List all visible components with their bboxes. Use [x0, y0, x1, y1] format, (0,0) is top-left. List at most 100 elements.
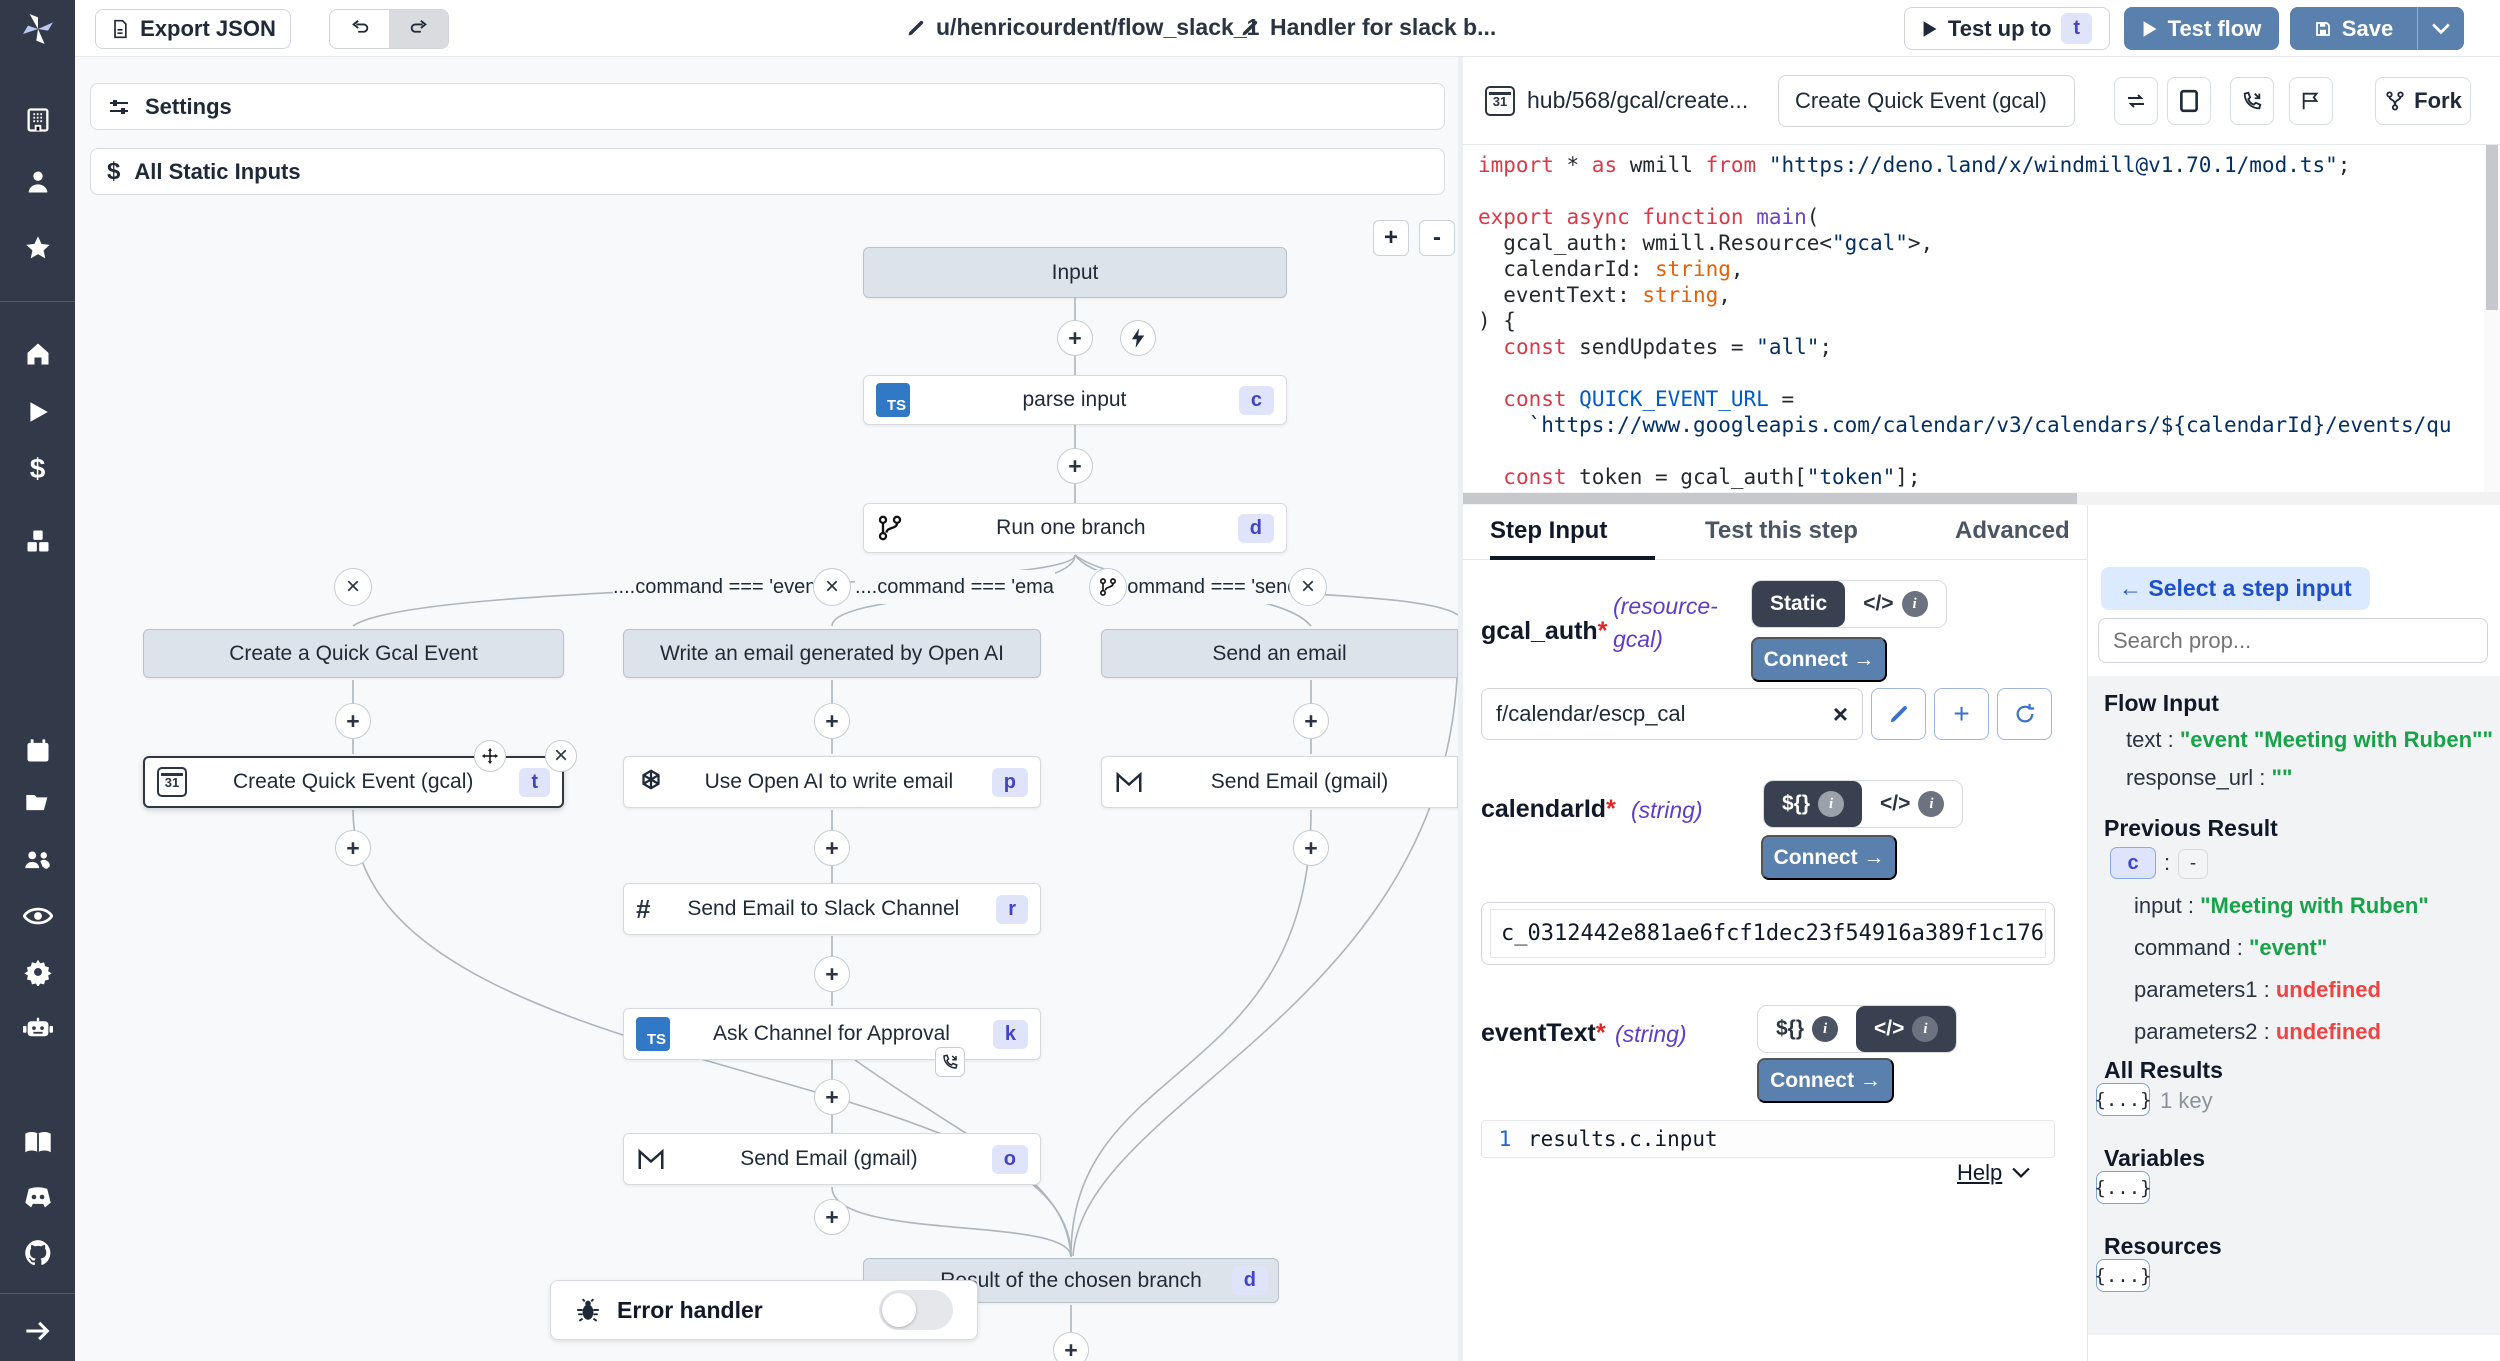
add-step-button[interactable]: +	[814, 1079, 850, 1115]
gcal-auth-mode-toggle[interactable]: Static </>i	[1751, 580, 1947, 628]
static-mode-segment[interactable]: Static	[1752, 581, 1845, 627]
test-flow-button[interactable]: Test flow	[2124, 7, 2279, 50]
help-link[interactable]: Help	[1957, 1160, 2030, 1186]
sidebar-item-building-icon[interactable]	[0, 100, 75, 140]
sidebar-item-home-icon[interactable]	[0, 334, 75, 374]
calendarid-mode-toggle[interactable]: ${}i </>i	[1763, 780, 1963, 828]
openai-step-node[interactable]: Use Open AI to write email p	[623, 756, 1041, 808]
flow-summary[interactable]: Handler for slack b...	[1240, 14, 1496, 41]
add-step-button[interactable]: +	[1293, 703, 1329, 739]
previous-result-rows[interactable]: input : "Meeting with Ruben"command : "e…	[2134, 893, 2429, 1045]
refresh-resource-button[interactable]	[1997, 688, 2052, 740]
add-step-button[interactable]: +	[814, 703, 850, 739]
prop-row[interactable]: input : "Meeting with Ruben"	[2134, 893, 2429, 919]
prop-row[interactable]: parameters2 : undefined	[2134, 1019, 2429, 1045]
code-vertical-scrollbar[interactable]	[2484, 145, 2500, 505]
template-mode-segment[interactable]: ${}i	[1764, 781, 1862, 827]
sidebar-item-folder-icon[interactable]	[0, 782, 75, 822]
prop-row[interactable]: parameters1 : undefined	[2134, 977, 2429, 1003]
move-step-button[interactable]	[474, 740, 506, 772]
sidebar-item-dollar-icon[interactable]: $	[0, 449, 75, 489]
eventtext-mode-toggle[interactable]: ${}i </>i	[1757, 1005, 1957, 1053]
gcal-auth-resource-input[interactable]: f/calendar/escp_cal ×	[1481, 688, 1863, 740]
branch-header[interactable]: Create a Quick Gcal Event	[143, 629, 564, 678]
gcal-auth-connect-button[interactable]: Connect →	[1751, 637, 1887, 682]
sidebar-item-star-icon[interactable]	[0, 228, 75, 268]
code-mode-segment[interactable]: </>i	[1862, 781, 1962, 827]
calendarid-connect-button[interactable]: Connect →	[1761, 835, 1897, 880]
step-summary-input[interactable]	[1778, 75, 2075, 127]
add-step-button[interactable]: +	[814, 956, 850, 992]
delete-branch-button[interactable]: ×	[1289, 568, 1327, 606]
fork-button[interactable]: Fork	[2375, 77, 2471, 125]
prop-row[interactable]: text : "event "Meeting with Ruben""	[2126, 727, 2493, 753]
sidebar-item-eye-icon[interactable]	[0, 896, 75, 936]
input-node[interactable]: Input	[863, 247, 1287, 298]
tab-step-input[interactable]: Step Input	[1490, 517, 1607, 545]
gmail-step-node[interactable]: Send Email (gmail)	[1101, 756, 1458, 808]
save-button[interactable]: Save	[2290, 7, 2418, 50]
save-dropdown-button[interactable]	[2418, 7, 2464, 50]
undo-button[interactable]	[330, 10, 389, 48]
tab-advanced[interactable]: Advanced	[1955, 517, 2070, 545]
parse-input-node[interactable]: TS parse input c	[863, 375, 1287, 425]
add-step-button[interactable]: +	[335, 703, 371, 739]
sidebar-item-calendar-icon[interactable]	[0, 731, 75, 771]
code-mode-segment[interactable]: </>i	[1856, 1006, 1956, 1052]
windmill-logo[interactable]	[0, 0, 75, 57]
add-step-button[interactable]: +	[1053, 1332, 1089, 1361]
template-mode-segment[interactable]: ${}i	[1758, 1006, 1856, 1052]
export-json-button[interactable]: Export JSON	[95, 9, 291, 49]
search-prop-input[interactable]	[2098, 618, 2488, 663]
add-step-button[interactable]: +	[1057, 320, 1093, 356]
add-step-button[interactable]: +	[335, 830, 371, 866]
prop-row[interactable]: response_url : ""	[2126, 765, 2493, 791]
stop-icon-button[interactable]	[2167, 77, 2211, 125]
variables-expand-button[interactable]: {...}	[2096, 1171, 2150, 1204]
add-resource-button[interactable]: +	[1934, 688, 1989, 740]
restart-icon-button[interactable]	[2114, 77, 2158, 125]
sidebar-item-users-icon[interactable]	[0, 840, 75, 880]
delete-branch-button[interactable]: ×	[813, 568, 851, 606]
sidebar-item-user-icon[interactable]	[0, 162, 75, 202]
edit-resource-button[interactable]	[1871, 688, 1926, 740]
sidebar-item-robot-icon[interactable]	[0, 1007, 75, 1047]
branch-header[interactable]: Send an email	[1101, 629, 1458, 678]
clear-icon[interactable]: ×	[1833, 699, 1848, 730]
branch-icon-button[interactable]	[1089, 568, 1127, 606]
flow-canvas[interactable]: Settings $ All Static Inputs + -	[75, 57, 1458, 1361]
flow-path[interactable]: u/henricourdent/flow_slack_1	[906, 14, 1259, 41]
select-step-input-back-button[interactable]: ← Select a step input	[2101, 567, 2370, 610]
suspend-icon-button[interactable]	[2230, 77, 2274, 125]
delete-step-button[interactable]: ×	[545, 740, 577, 772]
approval-step-node[interactable]: TS Ask Channel for Approval k	[623, 1008, 1041, 1060]
error-handler-card[interactable]: Error handler	[550, 1280, 978, 1340]
add-step-button[interactable]: +	[1057, 448, 1093, 484]
sidebar-item-github-icon[interactable]	[0, 1233, 75, 1273]
code-editor[interactable]: import * as wmill from "https://deno.lan…	[1478, 152, 2484, 492]
test-up-to-button[interactable]: Test up to t	[1904, 7, 2110, 50]
sidebar-item-arrow-right-icon[interactable]	[0, 1311, 75, 1351]
sidebar-item-play-icon[interactable]	[0, 392, 75, 432]
flow-input-rows[interactable]: text : "event "Meeting with Ruben"" respo…	[2126, 727, 2493, 791]
add-step-button[interactable]: +	[814, 830, 850, 866]
sidebar-item-discord-icon[interactable]	[0, 1177, 75, 1217]
delete-branch-button[interactable]: ×	[334, 568, 372, 606]
collapse-badge[interactable]: -	[2178, 849, 2208, 879]
calendarid-input[interactable]: c_0312442e881ae6fcf1dec23f54916a389f1c17…	[1490, 909, 2046, 958]
code-mode-segment[interactable]: </>i	[1845, 581, 1945, 627]
sidebar-item-book-icon[interactable]	[0, 1123, 75, 1163]
all-results-expand-button[interactable]: {...}	[2096, 1083, 2150, 1116]
resources-expand-button[interactable]: {...}	[2096, 1259, 2150, 1292]
redo-button[interactable]	[389, 10, 448, 48]
error-handler-toggle[interactable]	[879, 1290, 953, 1330]
sidebar-item-gear-icon[interactable]	[0, 952, 75, 992]
run-one-branch-node[interactable]: Run one branch d	[863, 503, 1287, 553]
sidebar-item-blocks-icon[interactable]	[0, 521, 75, 561]
scrollbar-thumb[interactable]	[2486, 145, 2498, 310]
scrollbar-thumb[interactable]	[1463, 493, 2077, 504]
eventtext-connect-button[interactable]: Connect →	[1757, 1058, 1894, 1103]
previous-step-badge[interactable]: c	[2110, 847, 2156, 879]
slack-step-node[interactable]: # Send Email to Slack Channel r	[623, 883, 1041, 935]
add-step-button[interactable]: +	[814, 1199, 850, 1235]
